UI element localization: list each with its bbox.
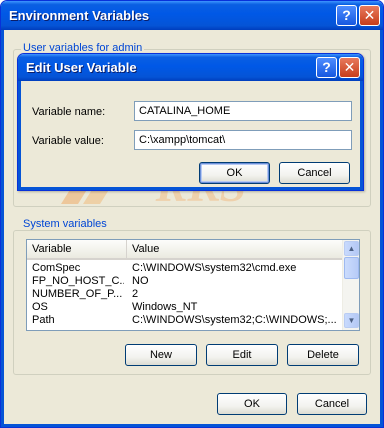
column-header-value[interactable]: Value xyxy=(127,240,343,258)
table-row[interactable]: FP_NO_HOST_C... NO xyxy=(27,275,343,288)
table-row[interactable]: NUMBER_OF_P... 2 xyxy=(27,288,343,301)
scroll-up-arrow-icon[interactable]: ▲ xyxy=(344,241,359,256)
row-variable-name: Path xyxy=(32,314,55,326)
variable-name-label: Variable name: xyxy=(32,106,106,118)
variable-value-label: Variable value: xyxy=(32,135,104,147)
row-variable-value: NO xyxy=(132,275,149,287)
window-titlebar[interactable]: Environment Variables xyxy=(1,1,383,30)
row-variable-name: OS xyxy=(32,301,48,313)
row-variable-value: 2 xyxy=(132,288,139,300)
system-variables-label: System variables xyxy=(21,218,109,230)
dialog-help-icon[interactable]: ? xyxy=(316,57,337,78)
dialog-ok-button[interactable]: OK xyxy=(199,162,270,184)
help-icon[interactable]: ? xyxy=(336,5,357,26)
column-header-variable[interactable]: Variable xyxy=(27,240,127,258)
variable-name-field[interactable]: CATALINA_HOME xyxy=(134,101,352,121)
variable-value-field[interactable]: C:\xampp\tomcat\ xyxy=(134,130,352,150)
row-variable-name: ComSpec xyxy=(32,262,81,274)
window-title: Environment Variables xyxy=(9,8,150,23)
scrollbar-thumb[interactable] xyxy=(344,257,359,279)
table-row[interactable]: Path C:\WINDOWS\system32;C:\WINDOWS;... xyxy=(27,314,343,327)
row-variable-value: Windows_NT xyxy=(132,301,198,313)
edit-button[interactable]: Edit xyxy=(206,344,278,366)
edit-user-variable-dialog: Edit User Variable ? ✕ Variable name: CA… xyxy=(17,53,364,191)
ok-button[interactable]: OK xyxy=(217,393,287,415)
delete-button[interactable]: Delete xyxy=(287,344,359,366)
row-variable-name: NUMBER_OF_P... xyxy=(32,288,123,300)
row-variable-value: C:\WINDOWS\system32\cmd.exe xyxy=(132,262,297,274)
dialog-close-icon[interactable]: ✕ xyxy=(339,57,360,78)
cancel-button[interactable]: Cancel xyxy=(297,393,367,415)
row-variable-name: FP_NO_HOST_C... xyxy=(32,275,124,287)
close-icon[interactable]: ✕ xyxy=(359,5,380,26)
row-variable-value: C:\WINDOWS\system32;C:\WINDOWS;... xyxy=(132,314,337,326)
new-button[interactable]: New xyxy=(125,344,197,366)
table-row[interactable]: ComSpec C:\WINDOWS\system32\cmd.exe xyxy=(27,262,343,275)
vertical-scrollbar[interactable]: ▲ ▼ xyxy=(342,240,359,330)
scroll-down-arrow-icon[interactable]: ▼ xyxy=(344,313,359,328)
system-variables-list[interactable]: Variable Value ComSpec C:\WINDOWS\system… xyxy=(26,239,360,331)
dialog-title: Edit User Variable xyxy=(26,60,137,75)
table-row[interactable]: OS Windows_NT xyxy=(27,301,343,314)
list-header: Variable Value xyxy=(27,240,343,260)
dialog-cancel-button[interactable]: Cancel xyxy=(279,162,350,184)
dialog-titlebar[interactable]: Edit User Variable xyxy=(18,54,363,81)
